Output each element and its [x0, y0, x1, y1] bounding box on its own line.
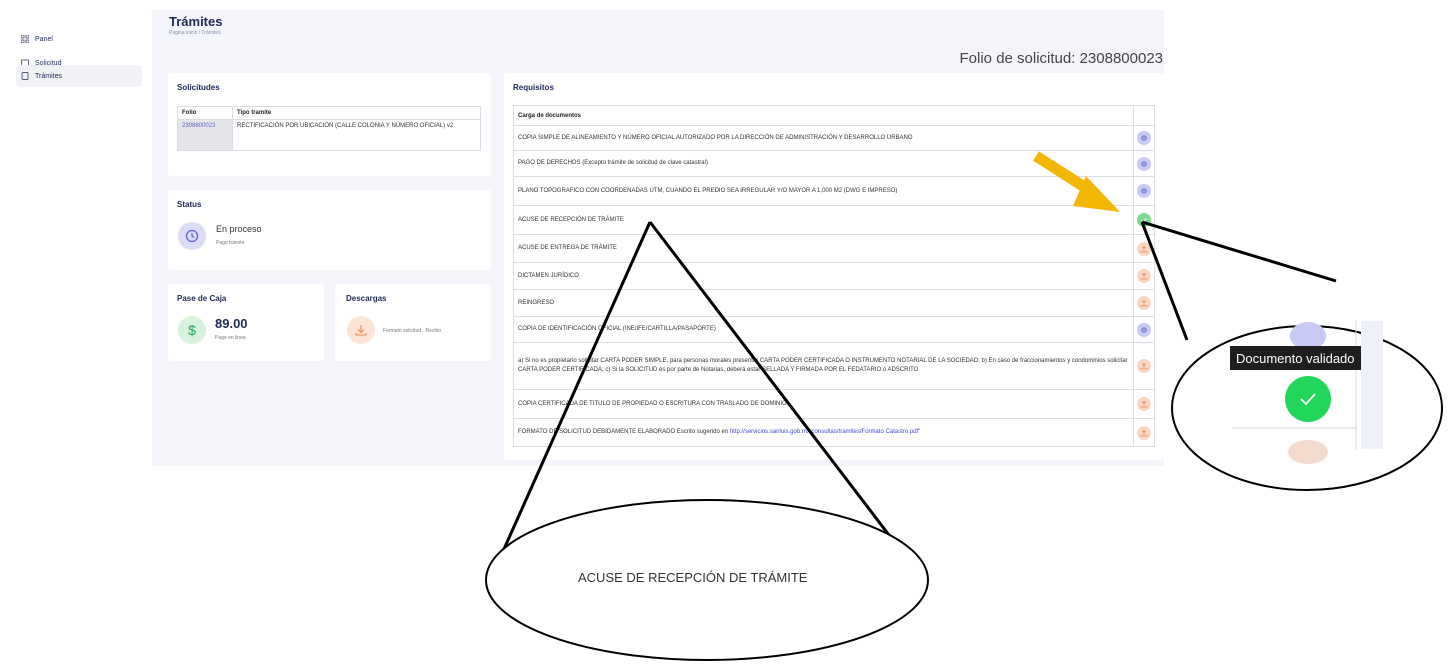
zoom-label: ACUSE DE RECEPCIÓN DE TRÁMITE: [578, 570, 808, 585]
annotation-overlay: [485, 151, 1443, 661]
arrow-icon: [1033, 151, 1120, 212]
tooltip: Documento validado: [1230, 346, 1361, 370]
zoom-cone-left: [485, 221, 929, 661]
